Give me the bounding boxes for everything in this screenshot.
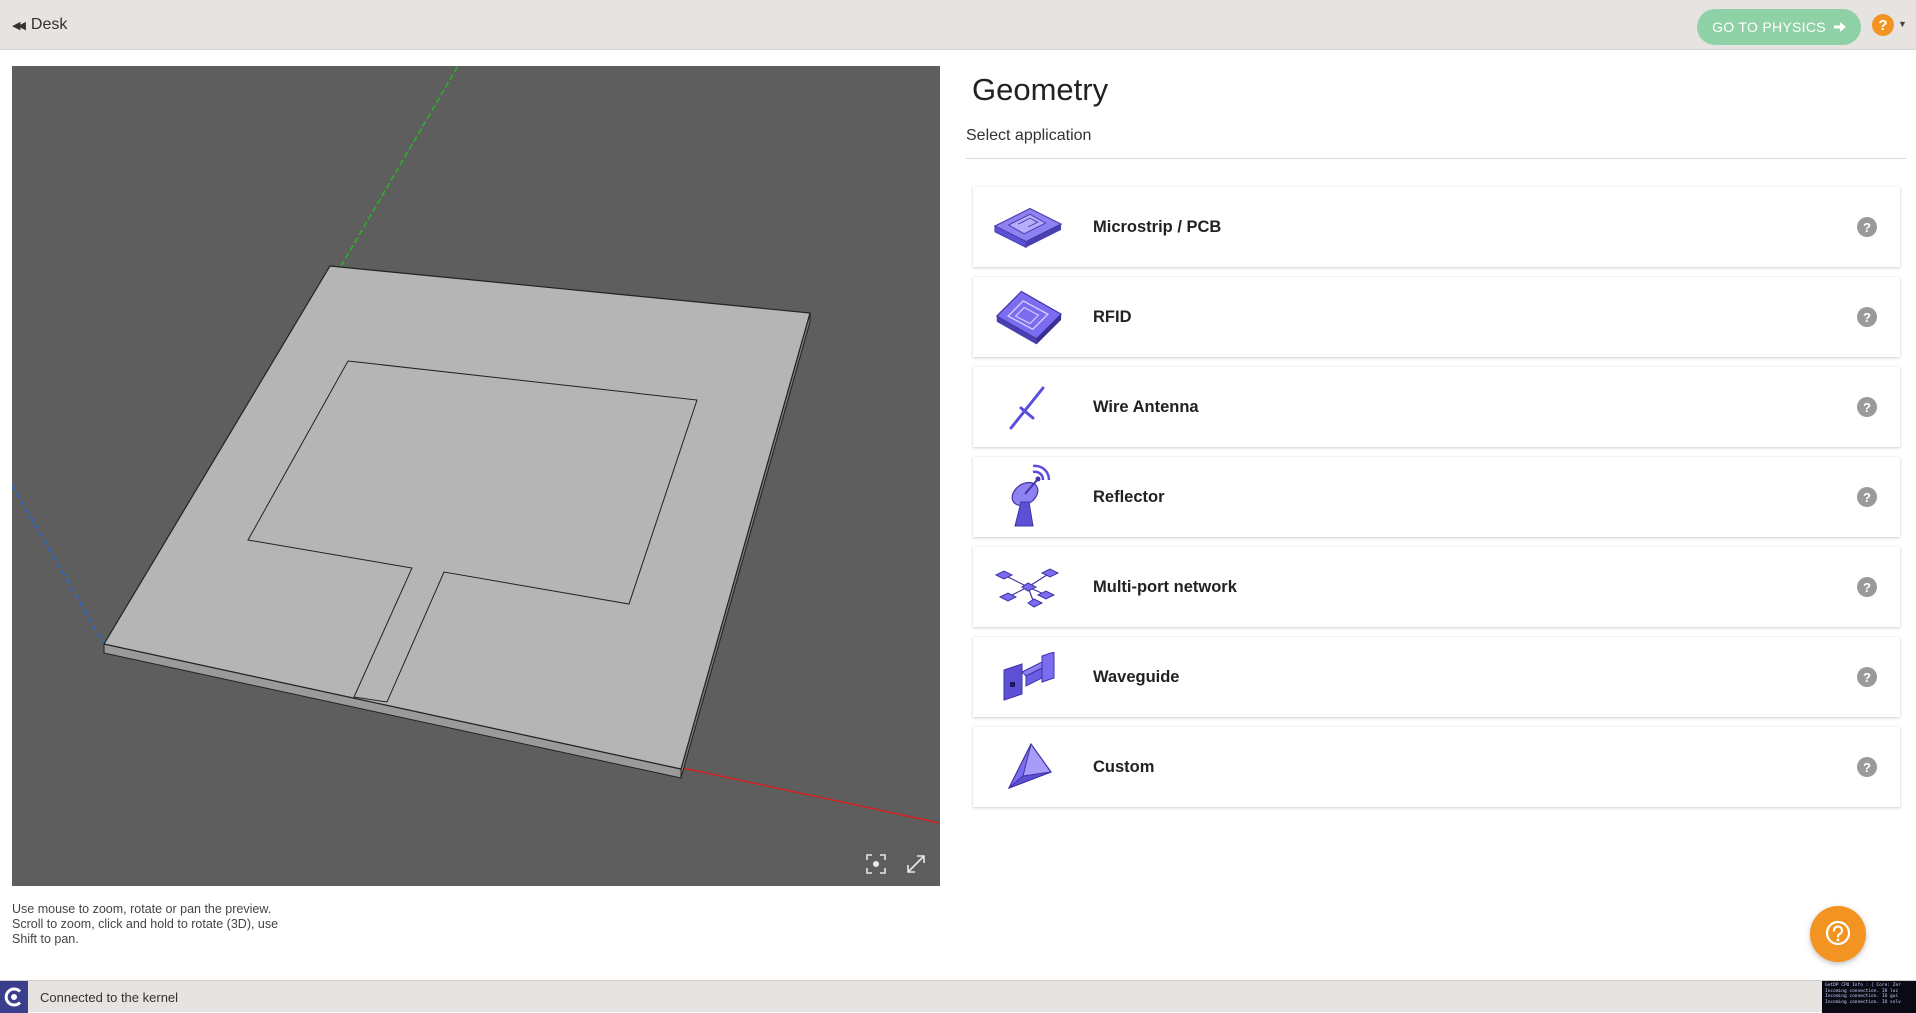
hint-line: Scroll to zoom, click and hold to rotate…: [12, 917, 279, 931]
app-card-microstrip-pcb[interactable]: Microstrip / PCB ?: [973, 187, 1900, 267]
app-card-rfid[interactable]: RFID ?: [973, 277, 1900, 357]
waveguide-icon: [993, 643, 1063, 711]
go-to-physics-button[interactable]: GO TO PHYSICS: [1697, 9, 1861, 45]
back-to-desk-link[interactable]: ◀◀ Desk: [12, 16, 67, 34]
3d-scene: [12, 66, 940, 824]
divider: [966, 158, 1906, 159]
app-card-custom[interactable]: Custom ?: [973, 727, 1900, 807]
back-label: Desk: [30, 16, 68, 33]
application-list: Microstrip / PCB ? RFID ? Wire Antenna ?: [973, 187, 1900, 817]
info-icon[interactable]: ?: [1857, 487, 1877, 507]
hint-line: Use mouse to zoom, rotate or pan the pre…: [12, 902, 272, 916]
app-logo-icon: [0, 981, 28, 1013]
viewport-usage-hint: Use mouse to zoom, rotate or pan the pre…: [12, 902, 312, 947]
top-bar: ◀◀ Desk GO TO PHYSICS ? ▼: [0, 0, 1916, 50]
console-line: GetDP CPU Info : { Core: Zer: [1825, 983, 1901, 988]
rewind-icon: ◀◀: [12, 19, 26, 32]
console-line: Incoming connection. IO solv: [1825, 999, 1901, 1005]
app-card-reflector[interactable]: Reflector ?: [973, 457, 1900, 537]
info-icon[interactable]: ?: [1857, 577, 1877, 597]
app-card-multi-port-network[interactable]: Multi-port network ?: [973, 547, 1900, 627]
info-icon[interactable]: ?: [1857, 667, 1877, 687]
arrow-right-icon: [1833, 19, 1846, 35]
physics-button-label: GO TO PHYSICS: [1712, 19, 1826, 35]
floating-help-button[interactable]: [1810, 906, 1866, 962]
microstrip-pcb-icon: [993, 193, 1063, 261]
custom-shape-icon: [993, 733, 1063, 801]
help-menu-button[interactable]: ?: [1872, 14, 1894, 36]
help-bubble-icon: [1825, 920, 1851, 946]
status-bar: Connected to the kernel GetDP CPU Info :…: [0, 980, 1916, 1013]
app-label: Waveguide: [1093, 668, 1180, 686]
hint-line: Shift to pan.: [12, 932, 79, 946]
app-card-wire-antenna[interactable]: Wire Antenna ?: [973, 367, 1900, 447]
info-icon[interactable]: ?: [1857, 307, 1877, 327]
reflector-dish-icon: [993, 463, 1063, 531]
app-label: Reflector: [1093, 488, 1165, 506]
info-icon[interactable]: ?: [1857, 217, 1877, 237]
section-subtitle: Select application: [966, 127, 1092, 144]
rfid-chip-icon: [993, 283, 1063, 351]
wire-antenna-icon: [993, 373, 1063, 441]
app-label: Custom: [1093, 758, 1155, 776]
page-title: Geometry: [972, 72, 1109, 107]
focus-view-icon[interactable]: [864, 852, 888, 876]
fullscreen-icon[interactable]: [904, 852, 928, 876]
console-preview[interactable]: GetDP CPU Info : { Core: Zer Incoming co…: [1822, 981, 1916, 1013]
info-icon[interactable]: ?: [1857, 757, 1877, 777]
app-label: RFID: [1093, 308, 1132, 326]
app-label: Microstrip / PCB: [1093, 218, 1222, 236]
app-card-waveguide[interactable]: Waveguide ?: [973, 637, 1900, 717]
geometry-preview-viewport[interactable]: [12, 66, 940, 886]
app-label: Multi-port network: [1093, 578, 1237, 596]
kernel-status: Connected to the kernel: [40, 990, 179, 1005]
info-icon[interactable]: ?: [1857, 397, 1877, 417]
caret-down-icon[interactable]: ▼: [1898, 19, 1907, 29]
multiport-network-icon: [993, 553, 1063, 621]
app-label: Wire Antenna: [1093, 398, 1199, 416]
